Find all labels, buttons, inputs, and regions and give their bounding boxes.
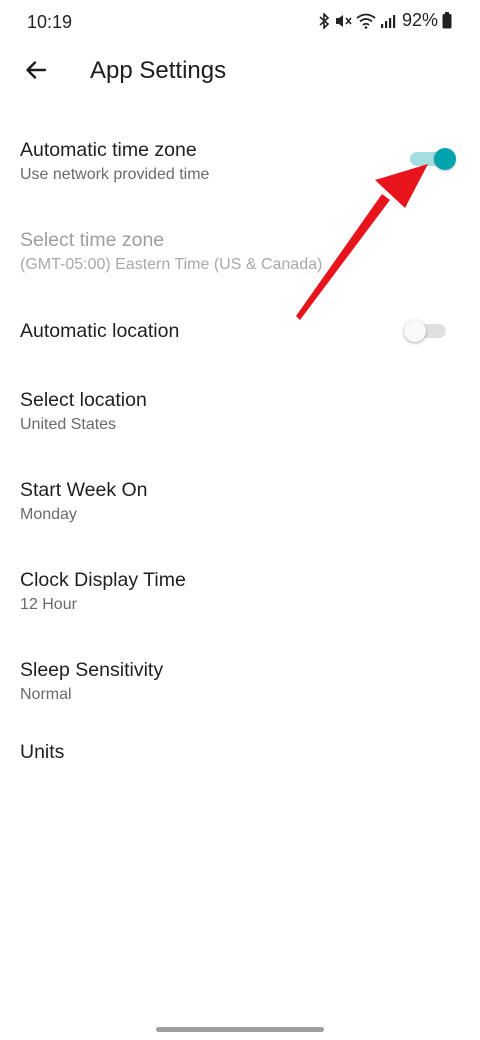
toggle-thumb: [434, 148, 456, 170]
bluetooth-icon: [318, 12, 330, 29]
status-bar: 10:19 92%: [0, 0, 480, 44]
setting-title: Start Week On: [20, 479, 148, 501]
battery-percent: 92%: [401, 10, 438, 30]
toggle-thumb: [404, 320, 426, 342]
page-title: App Settings: [90, 57, 227, 84]
setting-title: Clock Display Time: [20, 569, 186, 591]
setting-select-time-zone[interactable]: Select time zone (GMT-05:00) Eastern Tim…: [0, 220, 480, 290]
setting-title: Units: [20, 741, 65, 763]
arrow-left-icon: [24, 58, 48, 87]
setting-subtitle: Normal: [20, 686, 72, 703]
setting-automatic-location[interactable]: Automatic location: [0, 310, 480, 360]
setting-subtitle: United States: [20, 416, 117, 433]
automatic-location-toggle[interactable]: [404, 320, 446, 342]
setting-title: Automatic location: [20, 320, 180, 342]
setting-units[interactable]: Units: [0, 732, 480, 776]
signal-icon: [380, 13, 396, 29]
back-button[interactable]: [18, 54, 54, 90]
setting-start-week-on[interactable]: Start Week On Monday: [0, 470, 480, 540]
setting-subtitle: Monday: [20, 506, 77, 523]
setting-title: Select time zone: [20, 229, 165, 251]
setting-subtitle: (GMT-05:00) Eastern Time (US & Canada): [20, 256, 323, 273]
mute-icon: [334, 13, 352, 29]
setting-sleep-sensitivity[interactable]: Sleep Sensitivity Normal: [0, 650, 480, 720]
setting-clock-display-time[interactable]: Clock Display Time 12 Hour: [0, 560, 480, 630]
setting-select-location[interactable]: Select location United States: [0, 380, 480, 450]
setting-title: Select location: [20, 389, 147, 411]
battery-icon: [442, 12, 452, 29]
setting-subtitle: 12 Hour: [20, 596, 77, 613]
status-icons: 92%: [318, 10, 452, 31]
automatic-time-zone-toggle[interactable]: [410, 148, 456, 170]
setting-title: Automatic time zone: [20, 139, 197, 161]
status-time: 10:19: [27, 12, 73, 32]
app-bar: App Settings: [0, 44, 480, 100]
wifi-icon: [356, 13, 376, 29]
home-indicator[interactable]: [156, 1027, 324, 1032]
setting-title: Sleep Sensitivity: [20, 659, 164, 681]
setting-subtitle: Use network provided time: [20, 166, 210, 183]
setting-automatic-time-zone[interactable]: Automatic time zone Use network provided…: [0, 130, 480, 200]
